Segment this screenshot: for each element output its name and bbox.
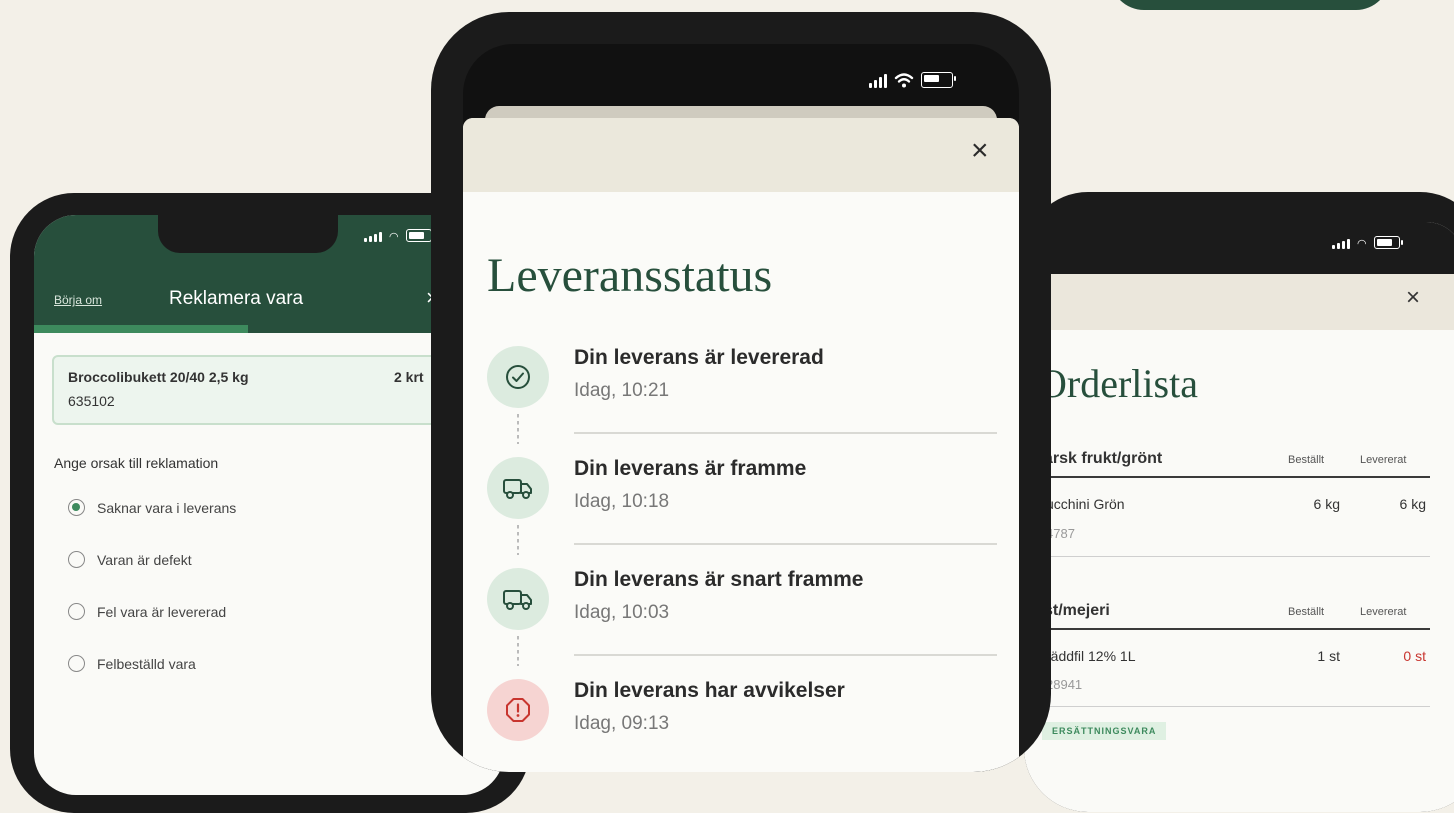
status-bar-icons: ◠ (364, 229, 435, 243)
decorative-green-shape (1110, 0, 1390, 10)
phone-notch (158, 215, 338, 253)
item-name: ucchini Grön (1046, 496, 1125, 512)
step-time: Idag, 10:18 (574, 491, 670, 512)
phone-screen: ◠ × Orderlista ärsk frukt/grönt Beställt… (1024, 222, 1454, 812)
sheet-header (1024, 274, 1454, 330)
reason-label: Ange orsak till reklamation (54, 455, 219, 471)
phone-orderlista: ◠ × Orderlista ärsk frukt/grönt Beställt… (1024, 192, 1454, 812)
ordered-value: 1 st (1317, 648, 1340, 664)
option-label: Varan är defekt (97, 551, 192, 568)
close-icon[interactable]: × (1406, 284, 1420, 312)
wifi-icon: ◠ (389, 231, 399, 243)
status-step-deviation: Din leverans har avvikelser Idag, 09:13 (487, 679, 987, 772)
delivery-status-sheet: × Leveransstatus Din leverans är leverer… (463, 118, 1019, 772)
radio-button[interactable] (68, 603, 85, 620)
step-title: Din leverans är snart framme (574, 568, 864, 591)
divider (1042, 628, 1430, 630)
start-over-link[interactable]: Börja om (54, 293, 102, 307)
section-heading: ärsk frukt/grönt (1044, 450, 1163, 467)
timeline-connector (517, 414, 519, 444)
radio-button[interactable] (68, 655, 85, 672)
item-code: 635102 (68, 393, 115, 409)
battery-icon (921, 72, 956, 88)
close-icon[interactable]: × (971, 134, 989, 168)
check-circle-icon (487, 346, 549, 408)
status-bar-icons (869, 72, 956, 88)
divider (574, 654, 997, 656)
section-heading: st/mejeri (1044, 602, 1110, 619)
radio-option-defect[interactable]: Varan är defekt (68, 551, 192, 568)
step-title: Din leverans är levererad (574, 346, 824, 369)
divider (1042, 476, 1430, 478)
column-delivered: Levererat (1360, 454, 1407, 466)
signal-icon (1332, 239, 1350, 249)
selected-item-card[interactable]: Broccolibukett 20/40 2,5 kg 635102 2 krt (52, 355, 496, 425)
divider (574, 543, 997, 545)
item-quantity: 2 krt (394, 369, 424, 385)
radio-button-selected[interactable] (68, 499, 85, 516)
ordered-value: 6 kg (1313, 496, 1340, 512)
column-delivered: Levererat (1360, 606, 1407, 618)
item-name: räddfil 12% 1L (1046, 648, 1136, 664)
battery-icon (1373, 236, 1403, 249)
step-time: Idag, 09:13 (574, 713, 670, 734)
truck-icon (487, 568, 549, 630)
divider (1042, 706, 1430, 707)
wifi-icon: ◠ (1357, 238, 1367, 250)
signal-icon (869, 74, 887, 88)
page-title: Orderlista (1038, 361, 1198, 406)
step-time: Idag, 10:03 (574, 602, 670, 623)
step-title: Din leverans har avvikelser (574, 679, 845, 702)
truck-icon (487, 457, 549, 519)
column-ordered: Beställt (1288, 454, 1325, 466)
status-step-delivered: Din leverans är levererad Idag, 10:21 (487, 346, 997, 446)
item-code: 28941 (1046, 677, 1083, 692)
delivered-value: 0 st (1403, 648, 1426, 664)
replacement-badge: ERSÄTTNINGSVARA (1042, 722, 1167, 740)
phone-leveransstatus: × Leveransstatus Din leverans är leverer… (431, 12, 1051, 772)
option-label: Felbeställd vara (97, 655, 196, 672)
delivered-value: 6 kg (1399, 496, 1426, 512)
status-bar-icons: ◠ (1332, 236, 1403, 250)
battery-icon (405, 229, 435, 242)
item-name: Broccolibukett 20/40 2,5 kg (68, 369, 249, 385)
status-step-soon: Din leverans är snart framme Idag, 10:03 (487, 568, 997, 668)
status-step-arrived: Din leverans är framme Idag, 10:18 (487, 457, 997, 557)
step-title: Din leverans är framme (574, 457, 807, 480)
wifi-icon (894, 73, 914, 88)
phone-screen: × Leveransstatus Din leverans är leverer… (463, 44, 1019, 772)
alert-octagon-icon (487, 679, 549, 741)
radio-option-missing[interactable]: Saknar vara i leverans (68, 499, 236, 516)
timeline-connector (517, 525, 519, 555)
divider (1042, 556, 1430, 557)
column-ordered: Beställt (1288, 606, 1325, 618)
page-title: Reklamera vara (169, 288, 304, 309)
radio-option-wrong-item[interactable]: Fel vara är levererad (68, 603, 226, 620)
radio-option-misordered[interactable]: Felbeställd vara (68, 655, 196, 672)
sheet-header (463, 118, 1019, 192)
option-label: Saknar vara i leverans (97, 499, 237, 516)
progress-bar (34, 325, 248, 333)
signal-icon (364, 232, 382, 242)
page-title: Leveransstatus (487, 249, 773, 302)
step-time: Idag, 10:21 (574, 380, 670, 401)
radio-button[interactable] (68, 551, 85, 568)
divider (574, 432, 997, 434)
option-label: Fel vara är levererad (97, 603, 227, 620)
timeline-connector (517, 636, 519, 666)
